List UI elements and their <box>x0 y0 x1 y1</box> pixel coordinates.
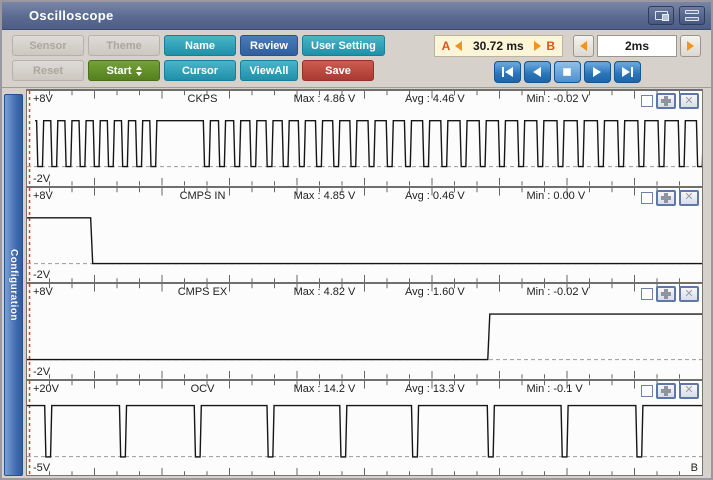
channel-select-checkbox[interactable] <box>641 191 653 204</box>
plus-icon <box>661 96 671 106</box>
channel-bottom-voltage: -5V <box>33 462 51 474</box>
main-area: Configuration +8V CKPS Max : 4.86 V Avg … <box>2 89 711 478</box>
close-icon: ✕ <box>684 384 694 396</box>
channel-panel-ocv: +20V OCV Max : 14.2 V Avg : 13.3 V Min :… <box>27 378 702 475</box>
right-arrow-icon <box>687 41 694 51</box>
play-button[interactable] <box>583 61 611 83</box>
channel-close-button[interactable]: ✕ <box>679 189 699 206</box>
close-icon: ✕ <box>684 287 694 300</box>
channel-min: Min : -0.02 V <box>526 286 589 298</box>
save-button[interactable]: Save <box>302 60 374 81</box>
b-marker-label: B <box>690 462 698 474</box>
configuration-tab-label: Configuration <box>8 248 19 322</box>
channel-top-voltage: +8V <box>33 286 53 298</box>
channel-panels: +8V CKPS Max : 4.86 V Avg : 4.46 V Min :… <box>26 89 703 476</box>
channel-close-button[interactable]: ✕ <box>679 286 699 302</box>
app-icon <box>14 8 21 24</box>
name-button[interactable]: Name <box>164 35 236 56</box>
channel-top-voltage: +8V <box>33 93 53 105</box>
channel-bottom-voltage: -2V <box>33 172 51 185</box>
channel-max: Max : 4.86 V <box>293 93 356 105</box>
capture-icon <box>654 11 669 21</box>
channel-name: CMPS IN <box>179 189 226 202</box>
channel-avg: Avg : 0.46 V <box>405 189 465 202</box>
left-arrow-icon <box>580 41 587 51</box>
timebase-increase-button[interactable] <box>680 35 701 57</box>
title-bar: Oscilloscope <box>2 2 711 30</box>
plus-icon <box>661 192 671 203</box>
toolbar: Sensor Theme Name Review User Setting Re… <box>2 30 711 88</box>
channel-avg: Avg : 1.60 V <box>405 286 465 298</box>
skip-to-start-button[interactable] <box>493 61 521 83</box>
channel-avg: Avg : 13.3 V <box>405 382 465 395</box>
skip-to-end-button[interactable] <box>613 61 641 83</box>
sensor-button[interactable]: Sensor <box>12 35 84 56</box>
window-title: Oscilloscope <box>29 8 114 23</box>
plus-icon <box>661 289 671 299</box>
channel-min: Min : -0.02 V <box>526 93 589 105</box>
toolbar-button-grid: Sensor Theme Name Review User Setting Re… <box>12 35 385 83</box>
skip-to-end-icon <box>621 67 630 77</box>
oscilloscope-window: Oscilloscope Sensor Theme Name Review Us… <box>0 0 713 480</box>
step-back-icon <box>533 67 542 77</box>
channel-bottom-voltage: -2V <box>33 365 51 378</box>
skip-to-start-icon <box>501 67 504 77</box>
review-button[interactable]: Review <box>240 35 298 56</box>
channel-name: CKPS <box>187 93 218 105</box>
close-icon: ✕ <box>684 94 694 107</box>
menu-icon <box>685 10 699 21</box>
timebase-value[interactable]: 2ms <box>597 35 677 57</box>
start-button[interactable]: Start <box>88 60 160 81</box>
user-setting-button[interactable]: User Setting <box>302 35 385 56</box>
timebase-decrease-button[interactable] <box>573 35 594 57</box>
channel-zoom-button[interactable] <box>656 286 676 302</box>
configuration-tab[interactable]: Configuration <box>4 94 23 476</box>
step-back-button[interactable] <box>523 61 551 83</box>
reset-button[interactable]: Reset <box>12 60 84 81</box>
channel-top-voltage: +20V <box>33 382 59 395</box>
channel-avg: Avg : 4.46 V <box>405 93 465 105</box>
plus-icon <box>661 385 671 396</box>
channel-max: Max : 14.2 V <box>293 382 356 395</box>
channel-min: Min : -0.1 V <box>526 382 583 395</box>
spinner-arrows-icon <box>135 65 142 76</box>
channel-max: Max : 4.85 V <box>293 189 356 202</box>
channel-top-voltage: +8V <box>33 189 53 202</box>
close-icon: ✕ <box>684 191 694 203</box>
ab-time-value: 30.72 ms <box>472 39 524 53</box>
play-icon <box>593 67 602 77</box>
stop-icon <box>563 68 572 76</box>
channel-name: OCV <box>190 382 215 395</box>
menu-button[interactable] <box>679 6 705 25</box>
cursor-b-label: B <box>546 39 555 53</box>
stop-button[interactable] <box>553 61 581 83</box>
channel-zoom-button[interactable] <box>656 93 676 109</box>
channel-close-button[interactable]: ✕ <box>679 382 699 399</box>
channel-close-button[interactable]: ✕ <box>679 93 699 109</box>
ab-time-display: A 30.72 ms B <box>433 35 563 57</box>
time-controls: A 30.72 ms B 2ms <box>433 35 703 83</box>
channel-max: Max : 4.82 V <box>293 286 356 298</box>
viewall-button[interactable]: ViewAll <box>240 60 298 81</box>
channel-zoom-button[interactable] <box>656 382 676 399</box>
cursor-b-arrow-icon <box>534 41 542 51</box>
channel-select-checkbox[interactable] <box>641 288 653 300</box>
channel-panel-cmps-in: +8V CMPS IN Max : 4.85 V Avg : 0.46 V Mi… <box>27 185 702 282</box>
channel-zoom-button[interactable] <box>656 189 676 206</box>
capture-button[interactable] <box>648 6 674 25</box>
cursor-a-label: A <box>441 39 451 53</box>
channel-panel-cmps-ex: +8V CMPS EX Max : 4.82 V Avg : 1.60 V Mi… <box>27 282 702 379</box>
channel-panel-ckps: +8V CKPS Max : 4.86 V Avg : 4.46 V Min :… <box>27 89 702 186</box>
channel-min: Min : 0.00 V <box>526 189 586 202</box>
playback-controls <box>493 61 641 83</box>
channel-select-checkbox[interactable] <box>641 384 653 397</box>
cursor-a-arrow-icon <box>455 41 463 51</box>
theme-button[interactable]: Theme <box>88 35 160 56</box>
cursor-button[interactable]: Cursor <box>164 60 236 81</box>
channel-name: CMPS EX <box>177 286 228 298</box>
channel-select-checkbox[interactable] <box>641 95 653 107</box>
start-button-label: Start <box>106 64 132 77</box>
channel-bottom-voltage: -2V <box>33 269 51 281</box>
